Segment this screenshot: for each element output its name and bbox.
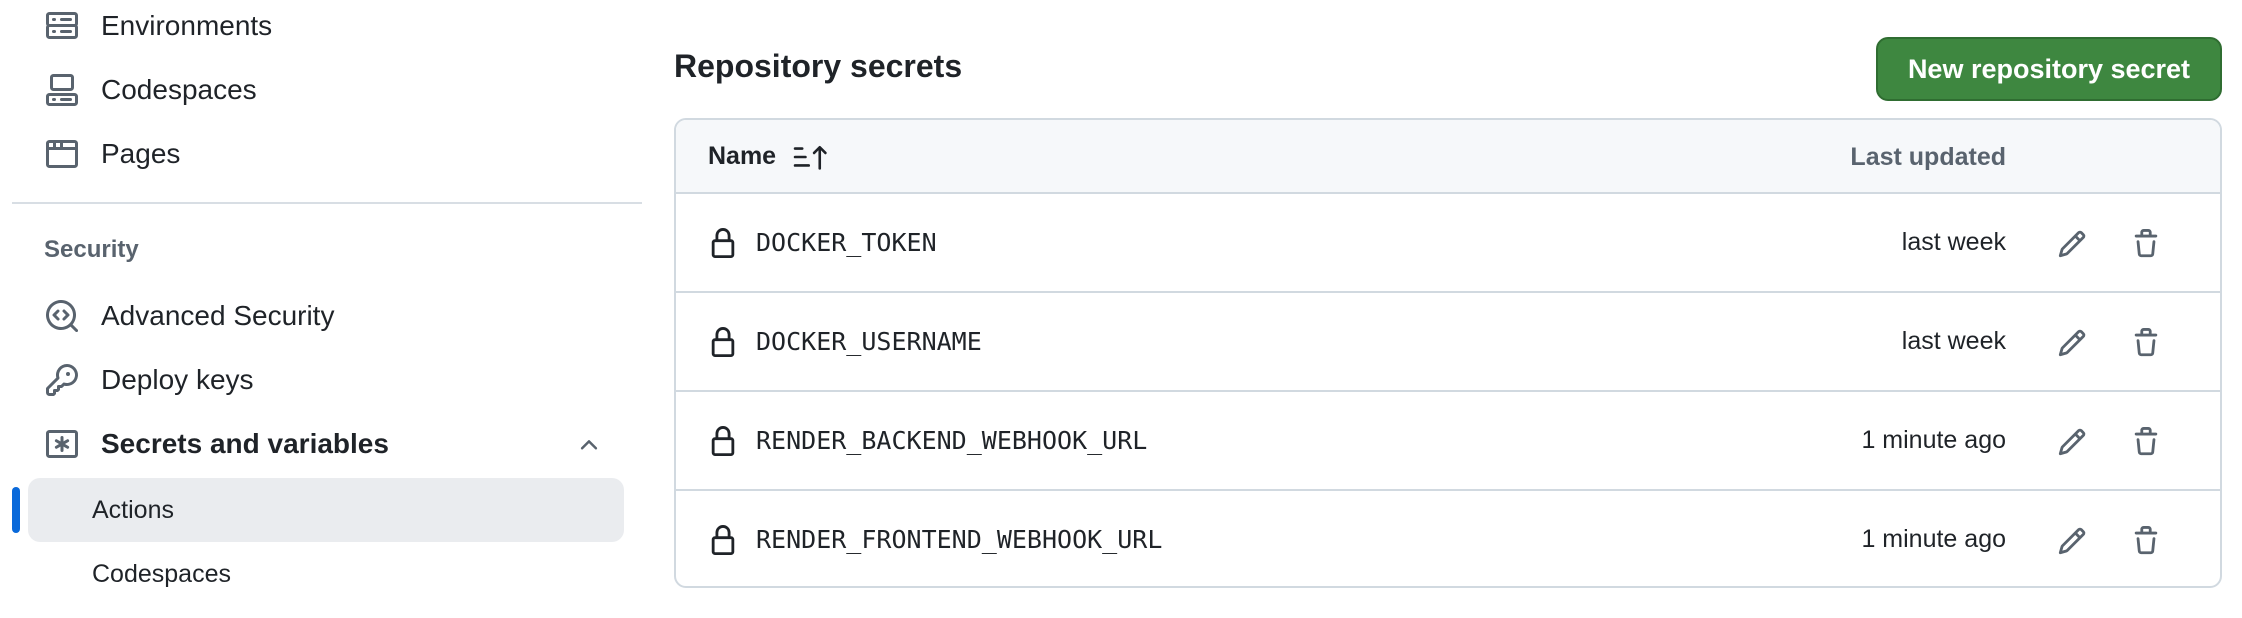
- key-icon: [44, 362, 80, 398]
- table-row: RENDER_FRONTEND_WEBHOOK_URL 1 minute ago: [676, 491, 2220, 586]
- secret-name: RENDER_BACKEND_WEBHOOK_URL: [756, 426, 1148, 455]
- new-repository-secret-button[interactable]: New repository secret: [1876, 37, 2222, 101]
- secret-name: RENDER_FRONTEND_WEBHOOK_URL: [756, 525, 1163, 554]
- table-row: DOCKER_USERNAME last week: [676, 293, 2220, 392]
- pencil-icon[interactable]: [2052, 224, 2092, 264]
- lock-icon: [708, 424, 738, 458]
- sidebar-section-heading: Security: [44, 236, 139, 263]
- sidebar-item-pages[interactable]: Pages: [28, 126, 628, 182]
- sidebar-item-secrets-and-variables[interactable]: Secrets and variables: [28, 416, 628, 472]
- sort-ascending-icon[interactable]: [792, 144, 828, 170]
- secret-last-updated: 1 minute ago: [1861, 426, 2006, 454]
- sidebar-item-environments[interactable]: Environments: [28, 0, 628, 54]
- trash-icon[interactable]: [2126, 323, 2166, 363]
- trash-icon[interactable]: [2126, 521, 2166, 561]
- server-icon: [44, 8, 80, 44]
- table-row: DOCKER_TOKEN last week: [676, 194, 2220, 293]
- sidebar-item-label: Secrets and variables: [101, 428, 389, 459]
- secret-name: DOCKER_TOKEN: [756, 228, 937, 257]
- sidebar-subitem-label: Actions: [92, 495, 174, 524]
- trash-icon[interactable]: [2126, 224, 2166, 264]
- sidebar-item-label: Advanced Security: [101, 300, 335, 331]
- sidebar-item-label: Codespaces: [101, 74, 257, 105]
- secret-name: DOCKER_USERNAME: [756, 327, 982, 356]
- secrets-table: Name Last updated DOCKER_TOKEN last week: [674, 118, 2222, 588]
- secret-last-updated: last week: [1901, 327, 2006, 355]
- sidebar-item-advanced-security[interactable]: Advanced Security: [28, 288, 628, 344]
- sidebar-item-label: Environments: [101, 10, 273, 41]
- last-updated-column-header: Last updated: [1850, 143, 2006, 171]
- pencil-icon[interactable]: [2052, 422, 2092, 462]
- sidebar-item-label: Deploy keys: [101, 364, 254, 395]
- lock-icon: [708, 325, 738, 359]
- pencil-icon[interactable]: [2052, 521, 2092, 561]
- sidebar-subitem-codespaces[interactable]: Codespaces: [28, 542, 624, 606]
- lock-icon: [708, 523, 738, 557]
- chevron-up-icon[interactable]: [574, 430, 604, 460]
- codespaces-icon: [44, 72, 80, 108]
- name-column-header[interactable]: Name: [708, 142, 828, 171]
- sidebar-divider: [12, 202, 642, 204]
- pencil-icon[interactable]: [2052, 323, 2092, 363]
- active-indicator: [12, 487, 20, 533]
- page-title: Repository secrets: [674, 48, 963, 84]
- sidebar-subitem-actions[interactable]: Actions: [28, 478, 624, 542]
- settings-sidebar: Environments Codespaces Pages Security A…: [0, 0, 645, 618]
- sidebar-item-label: Pages: [101, 138, 181, 169]
- table-header: Name Last updated: [676, 120, 2220, 194]
- trash-icon[interactable]: [2126, 422, 2166, 462]
- table-row: RENDER_BACKEND_WEBHOOK_URL 1 minute ago: [676, 392, 2220, 491]
- sidebar-item-codespaces[interactable]: Codespaces: [28, 62, 628, 118]
- sidebar-subitem-label: Codespaces: [92, 559, 231, 588]
- lock-icon: [708, 226, 738, 260]
- browser-icon: [44, 136, 80, 172]
- codescan-icon: [44, 298, 80, 334]
- secret-last-updated: 1 minute ago: [1861, 525, 2006, 553]
- asterisk-icon: [44, 426, 80, 462]
- name-column-label: Name: [708, 142, 777, 170]
- sidebar-item-deploy-keys[interactable]: Deploy keys: [28, 352, 628, 408]
- secret-last-updated: last week: [1901, 228, 2006, 256]
